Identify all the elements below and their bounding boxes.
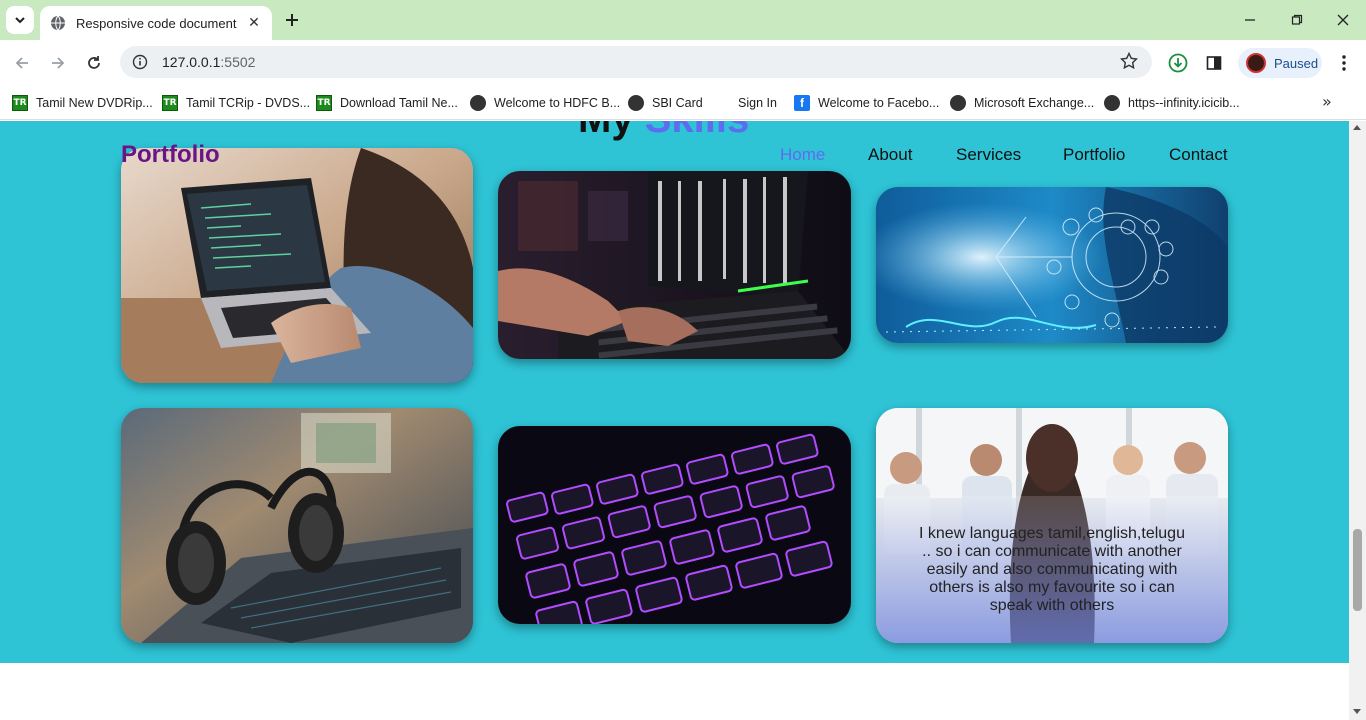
new-tab-button[interactable] [280,8,304,32]
chevron-down-icon [15,17,25,24]
bookmark-item[interactable]: TR Tamil New DVDRip... [12,92,153,114]
hands-typing-image [498,171,851,359]
bookmark-label: Welcome to Facebo... [818,96,940,110]
bookmark-label: SBI Card [652,96,703,110]
address-bar[interactable]: 127.0.0.1:5502 [120,46,1152,78]
minimize-button[interactable] [1236,8,1264,32]
bookmarks-bar: TR Tamil New DVDRip... TR Tamil TCRip - … [0,86,1366,120]
minimize-icon [1245,19,1255,21]
skill-card-coding[interactable] [121,148,473,383]
globe-icon [950,95,966,111]
arrow-right-icon [52,57,65,69]
restore-button[interactable] [1283,8,1311,32]
bookmark-label: Tamil TCRip - DVDS... [186,96,311,110]
skill-card-languages[interactable]: I knew languages tamil,english,telugu ..… [876,408,1228,643]
bookmark-item[interactable]: Microsoft Exchange... [950,92,1094,114]
restore-icon [1291,14,1303,25]
arrow-left-icon [15,57,28,69]
bookmark-item[interactable]: https--infinity.icicib... [1104,92,1240,114]
woman-coding-image [121,148,473,383]
scroll-up-arrow-icon[interactable] [1353,125,1361,130]
url-port: :5502 [220,54,256,70]
tab-strip: Responsive code document ✕ [0,0,1366,40]
bookmark-label: Download Tamil Ne... [340,96,458,110]
download-button[interactable] [1164,50,1192,76]
profile-status: Paused [1274,55,1319,71]
bookmark-item[interactable]: Sign In [714,92,777,114]
more-vert-icon [1342,55,1346,71]
globe-icon [51,15,65,31]
bookmark-star-icon[interactable] [1119,51,1139,74]
scroll-down-arrow-icon[interactable] [1353,709,1361,714]
card-overlay: I knew languages tamil,english,telugu ..… [876,496,1228,643]
heading-part-1: My [578,121,634,141]
globe-icon [628,95,644,111]
tr-icon: TR [316,95,332,111]
avatar [1246,53,1266,73]
close-window-button[interactable] [1329,8,1357,32]
skill-card-music[interactable] [121,408,473,643]
back-button[interactable] [8,50,36,76]
bookmark-item[interactable]: SBI Card [628,92,703,114]
bookmark-item[interactable]: f Welcome to Facebo... [794,92,939,114]
reload-icon [88,56,100,69]
download-icon [1168,53,1188,73]
skill-card-keyboard[interactable] [498,426,851,624]
bookmark-label: Welcome to HDFC B... [494,96,621,110]
section-heading: My Skills [578,121,749,142]
bookmark-label: Microsoft Exchange... [974,96,1095,110]
bookmark-label: Sign In [738,96,777,110]
reload-button[interactable] [80,50,108,76]
tr-icon: TR [162,95,178,111]
bookmark-label: https--infinity.icicib... [1128,96,1240,110]
chevron-double-right-icon[interactable]: » [1322,92,1332,111]
languages-description: I knew languages tamil,english,telugu ..… [919,524,1185,614]
microsoft-icon [714,95,730,111]
tab-search-button[interactable] [6,6,34,34]
skill-card-programming[interactable] [498,171,851,359]
info-icon [132,54,148,70]
bookmark-item[interactable]: TR Download Tamil Ne... [316,92,458,114]
side-panel-icon [1206,56,1222,70]
skill-card-networking[interactable] [876,187,1228,343]
facebook-icon: f [794,95,810,111]
url-host: 127.0.0.1 [162,54,221,70]
close-icon[interactable]: ✕ [246,15,262,31]
forward-button[interactable] [44,50,72,76]
bookmark-item[interactable]: TR Tamil TCRip - DVDS... [162,92,310,114]
plus-icon [286,14,298,26]
heading-part-2: Skills [645,121,750,141]
nav-contact[interactable]: Contact [1169,145,1228,165]
purple-keyboard-image [498,426,851,624]
tab-title: Responsive code document [76,15,237,31]
headphones-laptop-image [121,408,473,643]
skills-section: My Skills Portfolio Home About Services … [0,121,1349,663]
scrollbar-thumb[interactable] [1353,529,1362,611]
bookmark-label: Tamil New DVDRip... [36,96,153,110]
bookmark-item[interactable]: Welcome to HDFC B... [470,92,620,114]
profile-button[interactable]: Paused [1238,48,1322,78]
menu-button[interactable] [1330,50,1358,76]
globe-icon [1104,95,1120,111]
browser-tab[interactable]: Responsive code document ✕ [40,6,272,40]
nav-portfolio[interactable]: Portfolio [1063,145,1125,165]
digital-network-image [876,187,1228,343]
tr-icon: TR [12,95,28,111]
nav-services[interactable]: Services [956,145,1021,165]
close-icon [1337,14,1349,26]
site-logo[interactable]: Portfolio [121,141,220,169]
page-viewport: My Skills Portfolio Home About Services … [0,121,1349,720]
nav-about[interactable]: About [868,145,912,165]
side-panel-button[interactable] [1200,50,1228,76]
url-text[interactable]: 127.0.0.1:5502 [162,54,255,70]
nav-home[interactable]: Home [780,145,825,165]
page-scrollbar[interactable] [1349,121,1366,720]
globe-icon [470,95,486,111]
